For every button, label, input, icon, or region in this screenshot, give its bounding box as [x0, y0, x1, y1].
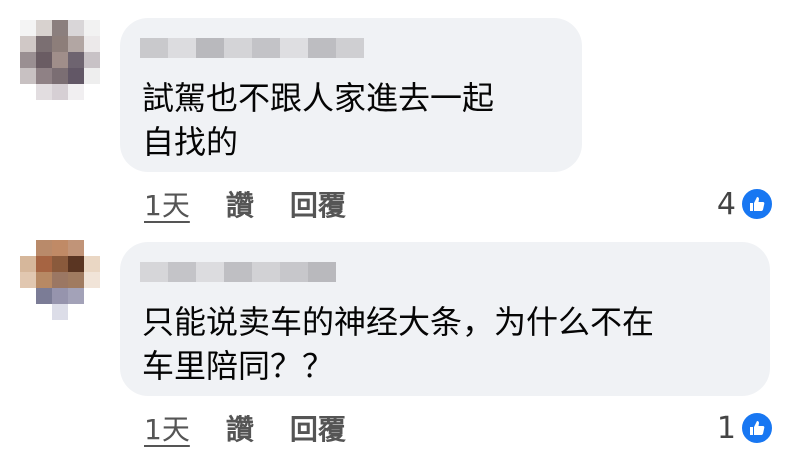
avatar[interactable] — [20, 240, 100, 320]
reaction-count: 4 — [716, 186, 736, 222]
like-thumb-icon — [740, 411, 774, 445]
comment-text-line: 試駕也不跟人家進去一起 — [142, 79, 495, 117]
reaction-count: 1 — [716, 410, 736, 446]
comment-text-line: 车里陪同？？ — [142, 347, 335, 385]
like-thumb-icon — [740, 187, 774, 221]
comment-actions: 1天 讚 回覆 — [144, 184, 346, 224]
author-name[interactable] — [140, 262, 336, 282]
author-name[interactable] — [140, 38, 364, 58]
comment-text-line: 只能说卖车的神经大条，为什么不在 — [142, 303, 655, 341]
comment-actions: 1天 讚 回覆 — [144, 408, 346, 448]
like-button[interactable]: 讚 — [226, 408, 254, 448]
comment-bubble: 只能说卖车的神经大条，为什么不在 车里陪同？？ — [120, 242, 770, 396]
reply-button[interactable]: 回覆 — [290, 408, 346, 448]
reaction-summary[interactable]: 1 — [717, 408, 774, 448]
timestamp-link[interactable]: 1天 — [144, 184, 190, 224]
comment-text-line: 自找的 — [142, 123, 239, 161]
reaction-summary[interactable]: 4 — [717, 184, 774, 224]
timestamp-link[interactable]: 1天 — [144, 408, 190, 448]
avatar[interactable] — [20, 20, 100, 100]
like-button[interactable]: 讚 — [226, 184, 254, 224]
comment-bubble: 試駕也不跟人家進去一起 自找的 — [120, 18, 582, 172]
reply-button[interactable]: 回覆 — [290, 184, 346, 224]
